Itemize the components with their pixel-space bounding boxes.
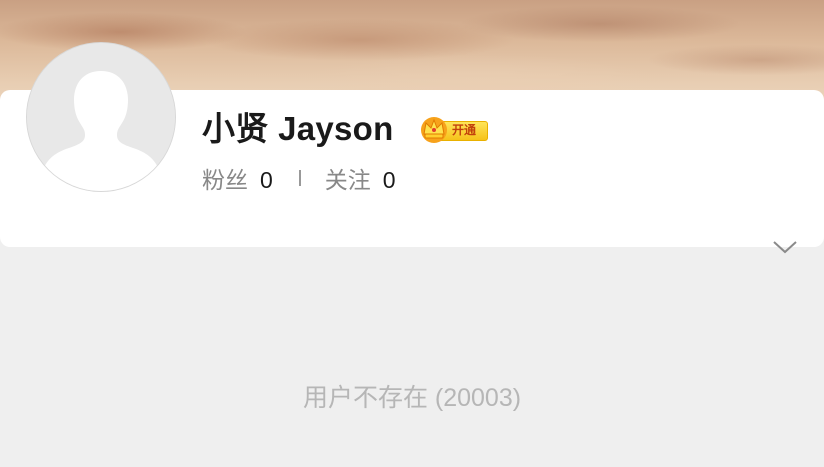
stats-divider [298,170,301,186]
profile-stats: 粉丝 0 关注 0 [202,162,396,194]
avatar[interactable] [26,42,176,192]
following-stat[interactable]: 关注 0 [325,161,396,195]
default-user-icon [27,43,175,191]
crown-icon [421,117,447,143]
followers-label: 粉丝 [202,167,248,193]
username: 小贤 Jayson [202,110,394,147]
following-label: 关注 [324,167,371,193]
status-message: 用户不存在 (20003) [302,384,522,412]
followers-stat[interactable]: 粉丝 0 [202,161,273,195]
followers-count: 0 [260,167,273,193]
vip-open-badge[interactable]: 开通 [418,114,490,144]
vip-open-label: 开通 [452,123,477,137]
following-count: 0 [382,167,396,193]
chevron-down-icon[interactable] [772,238,798,256]
